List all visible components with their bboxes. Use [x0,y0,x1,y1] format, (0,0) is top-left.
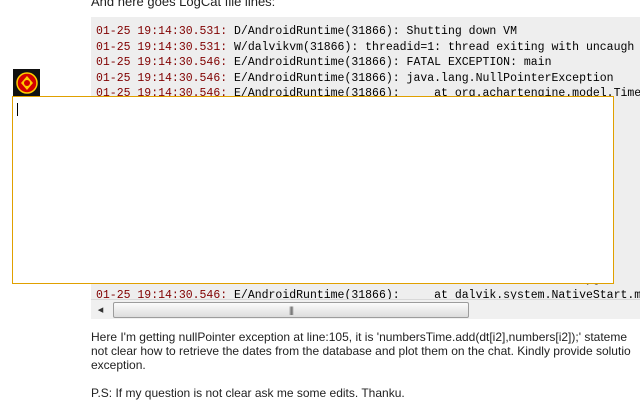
log-message: E/AndroidRuntime(31866): java.lang.NullP… [227,71,614,85]
scrollbar-grip-icon: ||| [288,305,294,315]
log-message: D/AndroidRuntime(31866): Shutting down V… [227,25,517,38]
ps-paragraph: P.S: If my question is not clear ask me … [91,386,405,400]
log-timestamp: 01-25 19:14:30.531: [96,40,228,54]
question-paragraph: Here I'm getting nullPointer exception a… [91,330,631,372]
log-timestamp: 01-25 19:14:30.531: [96,25,228,38]
text-caret [17,103,18,116]
comment-textarea[interactable] [12,96,614,284]
log-message: E/AndroidRuntime(31866): FATAL EXCEPTION… [227,56,552,69]
code-horizontal-scrollbar[interactable]: ◂ ||| [91,299,640,319]
log-timestamp: 01-25 19:14:30.546: [96,71,228,85]
log-line: 01-25 19:14:30.546: E/AndroidRuntime(318… [96,71,640,87]
log-line: 01-25 19:14:30.546: E/AndroidRuntime(318… [96,55,640,71]
scroll-left-arrow-icon[interactable]: ◂ [91,300,110,319]
paragraph-line-3: exception. [91,358,146,372]
paragraph-line-1: Here I'm getting nullPointer exception a… [91,330,628,344]
scrollbar-thumb[interactable]: ||| [113,302,469,318]
log-timestamp: 01-25 19:14:30.546: [96,56,228,69]
paragraph-line-2: not clear how to retrieve the dates from… [91,344,631,358]
intro-text: And here goes LogCat file lines: [91,0,276,9]
user-avatar[interactable] [13,69,40,96]
avatar-icon [15,71,38,94]
scroll-left-arrow-glyph: ◂ [97,304,104,316]
log-message: W/dalvikvm(31866): threadid=1: thread ex… [227,40,635,54]
log-line: 01-25 19:14:30.531: W/dalvikvm(31866): t… [96,40,640,56]
log-line: 01-25 19:14:30.531: D/AndroidRuntime(318… [96,24,640,40]
